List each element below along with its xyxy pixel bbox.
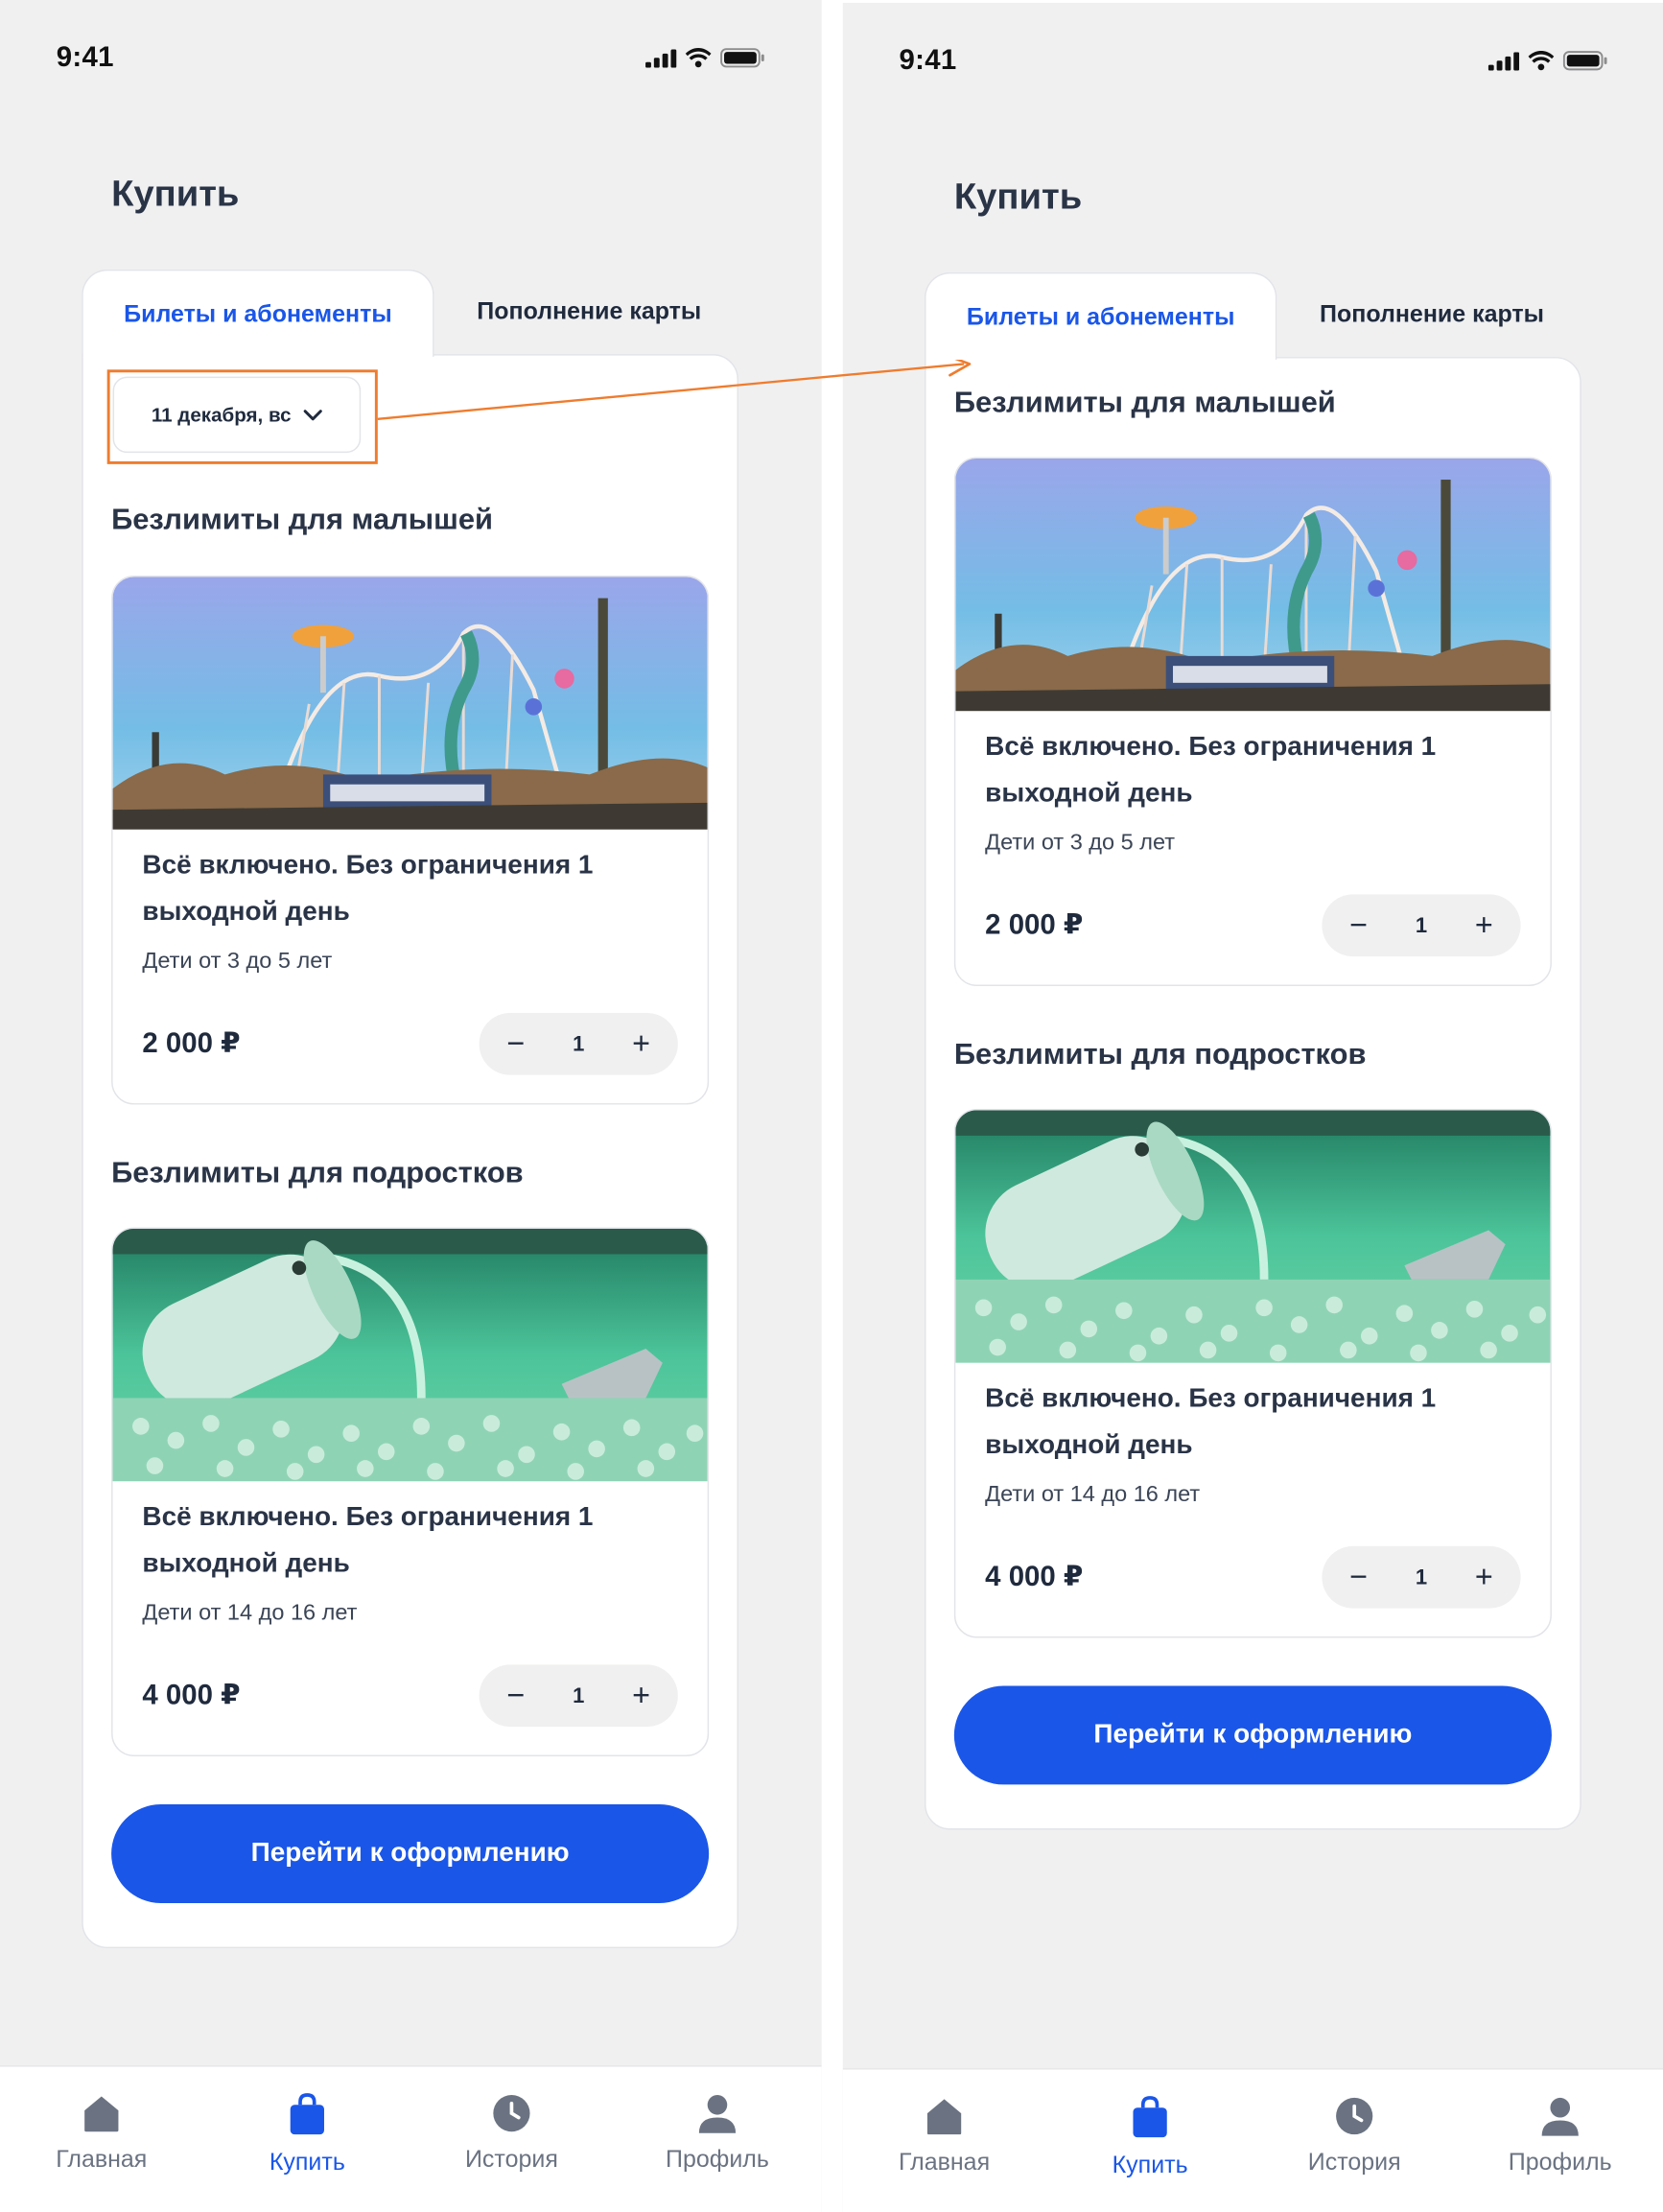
section-title-teens: Безлимиты для подростков xyxy=(953,1038,1367,1071)
tab-tickets[interactable]: Билеты и абонементы xyxy=(924,271,1277,361)
quantity-stepper: − 1 + xyxy=(479,1664,678,1728)
quantity-stepper: − 1 + xyxy=(479,1012,678,1075)
nav-label: История xyxy=(1307,2148,1401,2176)
ball-pit-image xyxy=(112,1228,708,1482)
date-selector[interactable]: 11 декабря, вс xyxy=(112,376,362,454)
battery-icon xyxy=(1562,51,1607,71)
date-selector-label: 11 декабря, вс xyxy=(151,403,292,427)
ticket-price: 2 000 ₽ xyxy=(985,909,1084,941)
cellular-signal-icon xyxy=(1487,51,1520,70)
checkout-button[interactable]: Перейти к оформлению xyxy=(111,1804,710,1903)
user-icon xyxy=(698,2094,737,2133)
status-time: 9:41 xyxy=(56,42,114,74)
user-icon xyxy=(1541,2097,1579,2136)
tab-card-topup[interactable]: Пополнение карты xyxy=(439,270,738,354)
tickets-panel: Безлимиты для малышей Всё включено. Без … xyxy=(924,357,1581,1830)
tab-tickets[interactable]: Билеты и абонементы xyxy=(82,269,434,358)
ticket-card-kids: Всё включено. Без ограничения 1 выходной… xyxy=(953,457,1552,987)
nav-label: История xyxy=(464,2145,558,2173)
section-title-kids: Безлимиты для малышей xyxy=(953,386,1336,419)
ticket-card-teens: Всё включено. Без ограничения 1 выходной… xyxy=(953,1108,1552,1638)
ticket-title: Всё включено. Без ограничения 1 выходной… xyxy=(985,732,1437,809)
nav-history[interactable]: История xyxy=(427,2067,596,2212)
increment-button[interactable]: + xyxy=(1467,1561,1501,1594)
status-bar: 9:41 xyxy=(843,3,1663,87)
cellular-signal-icon xyxy=(645,48,677,67)
wifi-icon xyxy=(1528,50,1555,71)
ticket-price: 2 000 ₽ xyxy=(142,1028,241,1060)
screen-before: 9:41 Купить Билеты и абонементы Пополнен… xyxy=(0,0,822,2212)
bottom-nav: Главная Купить История Профиль xyxy=(842,2068,1663,2212)
quantity-value: 1 xyxy=(573,1683,585,1708)
decrement-button[interactable]: − xyxy=(1342,1561,1375,1594)
ticket-card-teens: Всё включено. Без ограничения 1 выходной… xyxy=(111,1227,710,1757)
ticket-title: Всё включено. Без ограничения 1 выходной… xyxy=(142,850,594,928)
tabs: Билеты и абонементы Пополнение карты xyxy=(924,271,1581,361)
nav-profile[interactable]: Профиль xyxy=(633,2067,802,2212)
battery-icon xyxy=(720,48,764,68)
clock-icon xyxy=(1336,2097,1373,2135)
nav-label: Главная xyxy=(899,2148,991,2176)
bottom-nav: Главная Купить История Профиль xyxy=(0,2065,822,2212)
checkout-button[interactable]: Перейти к оформлению xyxy=(953,1685,1552,1785)
clock-icon xyxy=(493,2094,530,2132)
screen-after: 9:41 Купить Билеты и абонементы Пополнен… xyxy=(842,2,1663,2212)
chevron-down-icon xyxy=(303,409,322,420)
nav-label: Купить xyxy=(269,2148,345,2176)
ticket-title: Всё включено. Без ограничения 1 выходной… xyxy=(142,1502,594,1579)
ticket-age: Дети от 3 до 5 лет xyxy=(985,831,1176,856)
quantity-stepper: − 1 + xyxy=(1322,1545,1521,1609)
nav-label: Купить xyxy=(1112,2151,1188,2178)
increment-button[interactable]: + xyxy=(1467,908,1501,942)
nav-history[interactable]: История xyxy=(1270,2070,1439,2212)
increment-button[interactable]: + xyxy=(624,1679,658,1712)
page-title: Купить xyxy=(111,172,240,215)
nav-label: Главная xyxy=(56,2145,148,2173)
ticket-age: Дети от 14 до 16 лет xyxy=(985,1482,1201,1507)
ball-pit-image xyxy=(955,1110,1551,1363)
tickets-panel: 11 декабря, вс Безлимиты для малышей Всё… xyxy=(82,354,739,1949)
tab-card-topup[interactable]: Пополнение карты xyxy=(1282,272,1581,357)
ticket-price: 4 000 ₽ xyxy=(985,1562,1084,1593)
ticket-price: 4 000 ₽ xyxy=(142,1680,241,1711)
ticket-age: Дети от 14 до 16 лет xyxy=(142,1601,358,1626)
nav-label: Профиль xyxy=(666,2145,769,2173)
shopping-bag-icon xyxy=(1133,2096,1167,2138)
status-icons xyxy=(1487,50,1608,71)
section-title-teens: Безлимиты для подростков xyxy=(111,1156,524,1189)
decrement-button[interactable]: − xyxy=(499,1027,532,1061)
home-icon xyxy=(84,2096,119,2132)
tabs: Билеты и абонементы Пополнение карты xyxy=(82,269,738,358)
nav-home[interactable]: Главная xyxy=(859,2070,1028,2212)
nav-buy[interactable]: Купить xyxy=(1066,2070,1234,2212)
page-title: Купить xyxy=(953,175,1083,218)
amusement-park-image xyxy=(955,458,1551,712)
increment-button[interactable]: + xyxy=(624,1027,658,1061)
decrement-button[interactable]: − xyxy=(499,1679,532,1712)
status-icons xyxy=(645,48,765,68)
ticket-age: Дети от 3 до 5 лет xyxy=(142,949,333,974)
shopping-bag-icon xyxy=(290,2093,324,2135)
amusement-park-image xyxy=(112,577,708,830)
status-time: 9:41 xyxy=(899,45,957,77)
ticket-title: Всё включено. Без ограничения 1 выходной… xyxy=(985,1383,1437,1461)
quantity-value: 1 xyxy=(1415,1565,1428,1589)
nav-profile[interactable]: Профиль xyxy=(1476,2070,1645,2212)
quantity-value: 1 xyxy=(1415,913,1428,938)
nav-buy[interactable]: Купить xyxy=(223,2067,391,2212)
quantity-value: 1 xyxy=(573,1031,585,1056)
quantity-stepper: − 1 + xyxy=(1322,894,1521,957)
nav-home[interactable]: Главная xyxy=(17,2067,186,2212)
ticket-card-kids: Всё включено. Без ограничения 1 выходной… xyxy=(111,576,710,1105)
status-bar: 9:41 xyxy=(0,0,822,84)
decrement-button[interactable]: − xyxy=(1342,908,1375,942)
section-title-kids: Безлимиты для малышей xyxy=(111,504,493,536)
home-icon xyxy=(926,2099,962,2135)
nav-label: Профиль xyxy=(1508,2148,1612,2176)
wifi-icon xyxy=(685,48,712,68)
